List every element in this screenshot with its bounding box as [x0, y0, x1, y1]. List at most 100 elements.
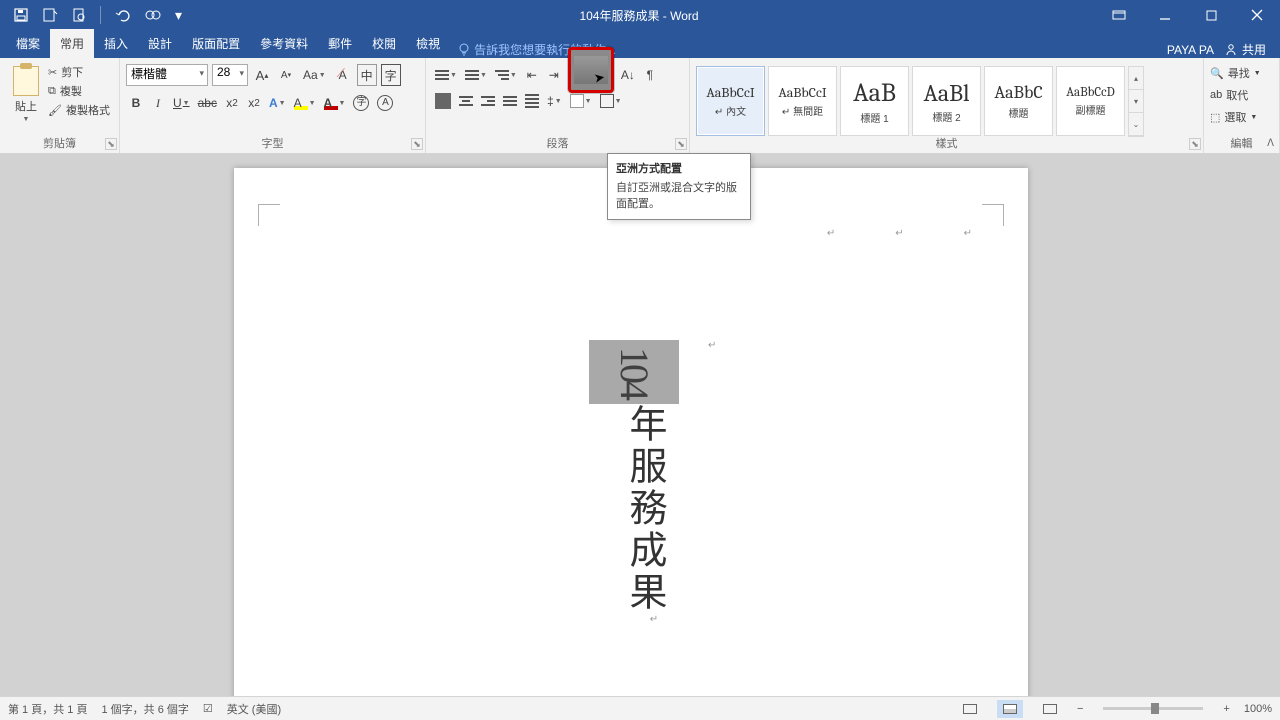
column-marks: ↵↵↵	[827, 228, 972, 239]
styles-launcher-icon[interactable]: ⬊	[1189, 138, 1201, 150]
style-item[interactable]: AaB標題 1	[840, 66, 909, 136]
sort-button[interactable]: A↓	[618, 64, 638, 86]
shrink-font-button[interactable]: A▾	[276, 64, 296, 86]
italic-button[interactable]: I	[148, 92, 168, 114]
select-button[interactable]: ⬚選取▼	[1210, 106, 1273, 128]
zoom-slider[interactable]	[1103, 707, 1203, 710]
document-workspace[interactable]: ↵↵↵ ↵ 104 年服務成果 ↵	[0, 154, 1280, 696]
shading-button[interactable]: ▼	[567, 90, 595, 112]
zoom-out-button[interactable]: −	[1077, 703, 1083, 715]
tab-design[interactable]: 設計	[138, 29, 182, 58]
save-icon[interactable]	[14, 8, 28, 22]
multilevel-button[interactable]: ▼	[492, 64, 520, 86]
clear-format-button[interactable]: A⟋	[333, 64, 353, 86]
preview-icon[interactable]	[72, 8, 86, 22]
superscript-button[interactable]: x2	[244, 92, 264, 114]
copy-button[interactable]: ⧉複製	[48, 83, 110, 99]
maximize-icon[interactable]	[1188, 0, 1234, 30]
read-mode-icon[interactable]	[957, 700, 983, 718]
collapse-ribbon-icon[interactable]: ᐱ	[1267, 138, 1274, 149]
style-item[interactable]: AaBbCcI↵ 無間距	[768, 66, 837, 136]
body-text[interactable]: 年服務成果	[617, 404, 672, 614]
tab-file[interactable]: 檔案	[6, 29, 50, 58]
tab-review[interactable]: 校閱	[362, 29, 406, 58]
share-button[interactable]: 共用	[1224, 41, 1266, 58]
status-page[interactable]: 第 1 頁，共 1 頁	[8, 701, 87, 717]
replace-button[interactable]: ab取代	[1210, 84, 1273, 106]
cut-button[interactable]: ✂剪下	[48, 64, 110, 80]
font-launcher-icon[interactable]: ⬊	[411, 138, 423, 150]
clipboard-launcher-icon[interactable]: ⬊	[105, 138, 117, 150]
tab-mailings[interactable]: 郵件	[318, 29, 362, 58]
zoom-in-button[interactable]: +	[1223, 703, 1229, 715]
paragraph-launcher-icon[interactable]: ⬊	[675, 138, 687, 150]
text-effects-button[interactable]: A▼	[266, 92, 289, 114]
justify-button[interactable]	[500, 90, 520, 112]
document-content[interactable]: 104 年服務成果 ↵	[589, 340, 679, 625]
style-item[interactable]: AaBbC標題	[984, 66, 1053, 136]
show-marks-button[interactable]: ¶	[640, 64, 660, 86]
char-shading-button[interactable]: 字	[350, 92, 372, 114]
change-case-button[interactable]: Aa▼	[300, 64, 329, 86]
align-center-button[interactable]	[456, 90, 476, 112]
strikethrough-button[interactable]: abc	[195, 92, 220, 114]
tab-insert[interactable]: 插入	[94, 29, 138, 58]
ribbon-display-icon[interactable]	[1096, 0, 1142, 30]
bullets-button[interactable]: ▼	[432, 64, 460, 86]
undo-icon[interactable]	[115, 8, 131, 22]
highlight-button[interactable]: A▼	[291, 92, 319, 114]
copy-icon: ⧉	[48, 85, 56, 98]
styles-scroll[interactable]: ▴▾⌄	[1128, 66, 1144, 137]
status-words[interactable]: 1 個字，共 6 個字	[101, 701, 188, 717]
paste-icon	[13, 66, 39, 96]
group-label: 剪貼簿	[0, 135, 119, 151]
minimize-icon[interactable]	[1142, 0, 1188, 30]
group-clipboard: 貼上 ▼ ✂剪下 ⧉複製 🖌複製格式 剪貼簿 ⬊	[0, 58, 120, 153]
line-spacing-button[interactable]: ‡▼	[544, 90, 565, 112]
tab-home[interactable]: 常用	[50, 29, 94, 58]
format-painter-button[interactable]: 🖌複製格式	[48, 102, 110, 118]
zoom-level[interactable]: 100%	[1244, 703, 1272, 715]
decrease-indent-button[interactable]: ⇤	[522, 64, 542, 86]
qat-more[interactable]: ▾	[175, 7, 182, 24]
page[interactable]: ↵↵↵ ↵ 104 年服務成果 ↵	[234, 168, 1028, 696]
asian-layout-button[interactable]: ➤	[568, 47, 614, 93]
bold-button[interactable]: B	[126, 92, 146, 114]
find-button[interactable]: 🔍尋找▼	[1210, 62, 1273, 84]
align-right-button[interactable]	[478, 90, 498, 112]
selected-text[interactable]: 104	[589, 340, 679, 404]
quickprint-icon[interactable]	[42, 8, 58, 22]
paste-button[interactable]: 貼上 ▼	[6, 62, 46, 132]
status-language[interactable]: 英文 (美國)	[227, 701, 281, 717]
borders-button[interactable]: ▼	[597, 90, 625, 112]
search-icon: 🔍	[1210, 67, 1224, 80]
distributed-button[interactable]	[522, 90, 542, 112]
margin-corner	[258, 204, 280, 226]
font-name-combo[interactable]: 標楷體	[126, 64, 208, 86]
redo-icon[interactable]	[145, 8, 161, 22]
user-name[interactable]: PAYA PA	[1167, 43, 1214, 57]
enclose-char-button[interactable]: 字	[381, 64, 401, 86]
group-label: 樣式	[690, 135, 1203, 151]
grow-font-button[interactable]: A▴	[252, 64, 272, 86]
print-layout-icon[interactable]	[997, 700, 1023, 718]
tab-references[interactable]: 參考資料	[250, 29, 318, 58]
style-item[interactable]: AaBbCcD副標題	[1056, 66, 1125, 136]
subscript-button[interactable]: x2	[222, 92, 242, 114]
underline-button[interactable]: U▼	[170, 92, 193, 114]
tab-view[interactable]: 檢視	[406, 29, 450, 58]
tooltip-body: 自訂亞洲或混合文字的版面配置。	[616, 179, 742, 211]
font-color-button[interactable]: A▼	[321, 92, 349, 114]
close-icon[interactable]	[1234, 0, 1280, 30]
numbering-button[interactable]: ▼	[462, 64, 490, 86]
font-size-combo[interactable]: 28	[212, 64, 248, 86]
proofing-icon[interactable]: ☑	[203, 702, 213, 715]
style-item[interactable]: AaBbCcI↵ 內文	[696, 66, 765, 136]
increase-indent-button[interactable]: ⇥	[544, 64, 564, 86]
web-layout-icon[interactable]	[1037, 700, 1063, 718]
phonetic-guide-button[interactable]: 中	[357, 64, 377, 86]
style-item[interactable]: AaBl標題 2	[912, 66, 981, 136]
align-left-button[interactable]	[432, 90, 454, 112]
tab-layout[interactable]: 版面配置	[182, 29, 250, 58]
char-border-button[interactable]: A	[374, 92, 396, 114]
